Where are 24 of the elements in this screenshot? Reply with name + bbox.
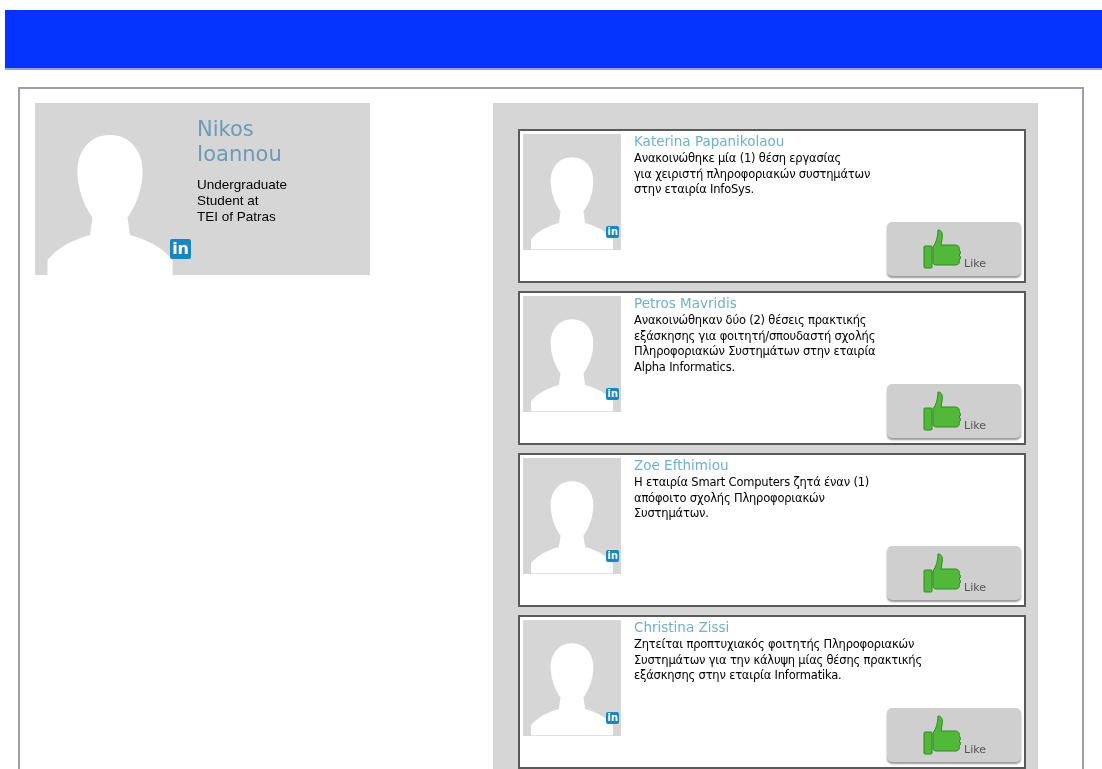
linkedin-badge[interactable]: in — [606, 388, 619, 400]
post-text: Ζητείται προπτυχιακός φοιτητής Πληροφοριακών Συστημάτων για την κάλυψη μίας θέσης πρακτικής εξάσκησης στην εταιρία Informatika. — [634, 637, 923, 684]
linkedin-badge[interactable]: in — [170, 239, 191, 259]
like-button[interactable]: Like — [887, 384, 1021, 438]
like-button[interactable]: Like — [887, 708, 1021, 762]
post-author[interactable]: Katerina Papanikolaou — [634, 134, 1021, 149]
like-button[interactable]: Like — [887, 222, 1021, 276]
thumbs-up-icon — [922, 714, 963, 756]
post-text: Ανακοινώθηκε μία (1) θέση εργασίας για χειριστή πληροφοριακών συστημάτων στην εταιρία InfoSys. — [634, 151, 872, 198]
profile-last-name: Ioannou — [197, 142, 283, 167]
post-author[interactable]: Christina Zissi — [634, 620, 1021, 635]
thumbs-up-icon — [922, 228, 963, 270]
post-author[interactable]: Petros Mavridis — [634, 296, 1021, 311]
post-author[interactable]: Zoe Efthimiou — [634, 458, 1021, 473]
thumbs-up-icon — [922, 390, 963, 432]
linkedin-badge[interactable]: in — [606, 712, 619, 724]
post-text: Η εταιρία Smart Computers ζητά έναν (1) απόφοιτο σχολής Πληροφοριακών Συστημάτων. — [634, 475, 871, 522]
profile-headline: Undergraduate Student at TEI of Patras — [197, 177, 288, 225]
thumbs-up-icon — [922, 552, 963, 594]
like-button[interactable]: Like — [887, 546, 1021, 600]
linkedin-badge[interactable]: in — [606, 550, 619, 562]
linkedin-badge[interactable]: in — [606, 226, 619, 238]
profile-first-name: Nikos — [197, 117, 255, 142]
post-text: Ανακοινώθηκαν δύο (2) θέσεις πρακτικής εξάσκησης για φοιτητή/σπουδαστή σχολής Πληροφοριακών Συστημάτων στην εταιρία Alpha Informatics. — [634, 313, 877, 375]
